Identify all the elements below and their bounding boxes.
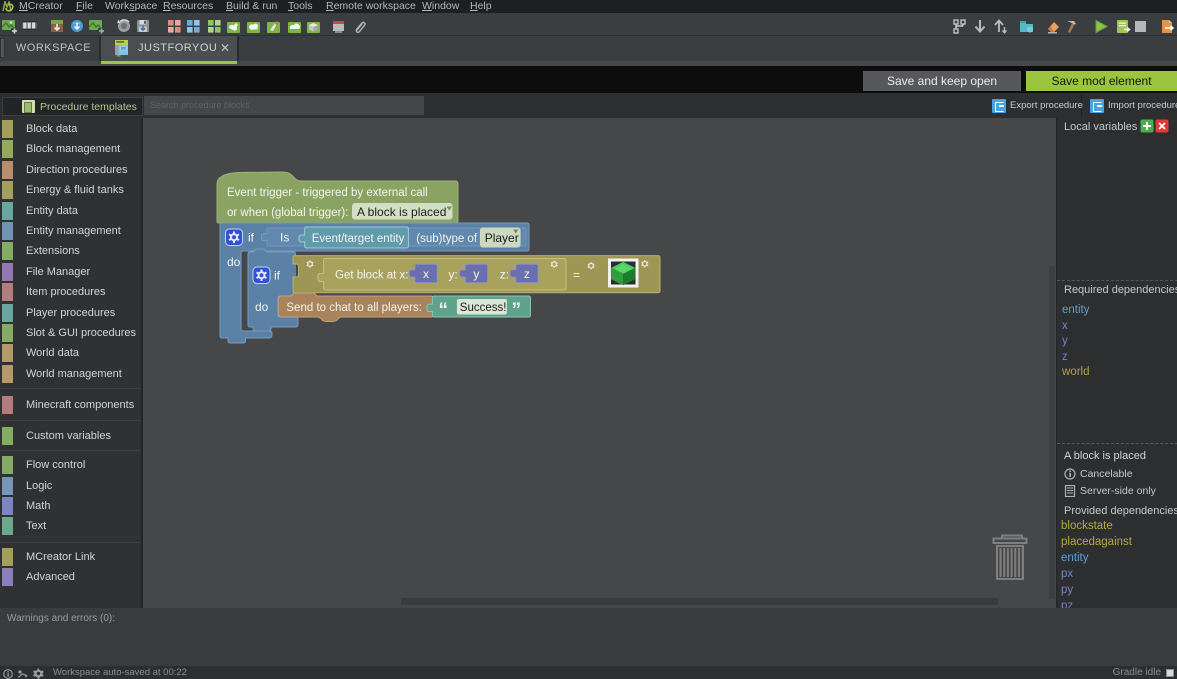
svg-text:Event/target entity: Event/target entity — [312, 233, 405, 245]
svg-text:Success!: Success! — [460, 302, 507, 314]
svg-text:”: ” — [512, 300, 522, 321]
svg-text:y: y — [473, 267, 479, 281]
svg-text:=: = — [573, 268, 580, 282]
svg-text:if: if — [274, 269, 281, 283]
svg-text:do: do — [255, 300, 269, 314]
svg-text:z:: z: — [500, 268, 509, 282]
svg-text:or when (global trigger):: or when (global trigger): — [227, 207, 348, 219]
svg-text:Event trigger - triggered by e: Event trigger - triggered by external ca… — [227, 187, 428, 199]
svg-text:z: z — [524, 267, 530, 281]
svg-text:x: x — [423, 267, 429, 281]
svg-text:Get block at x:: Get block at x: — [335, 270, 409, 282]
svg-text:do: do — [227, 255, 241, 269]
svg-text:A block is placed: A block is placed — [357, 205, 446, 219]
svg-text:“: “ — [439, 300, 449, 321]
svg-text:Is: Is — [280, 231, 289, 245]
svg-text:Player: Player — [485, 231, 519, 245]
svg-text:(sub)type of: (sub)type of — [416, 233, 478, 245]
svg-text:if: if — [248, 231, 255, 245]
svg-text:Send to chat to all players:: Send to chat to all players: — [286, 302, 422, 314]
svg-text:y:: y: — [448, 268, 457, 282]
